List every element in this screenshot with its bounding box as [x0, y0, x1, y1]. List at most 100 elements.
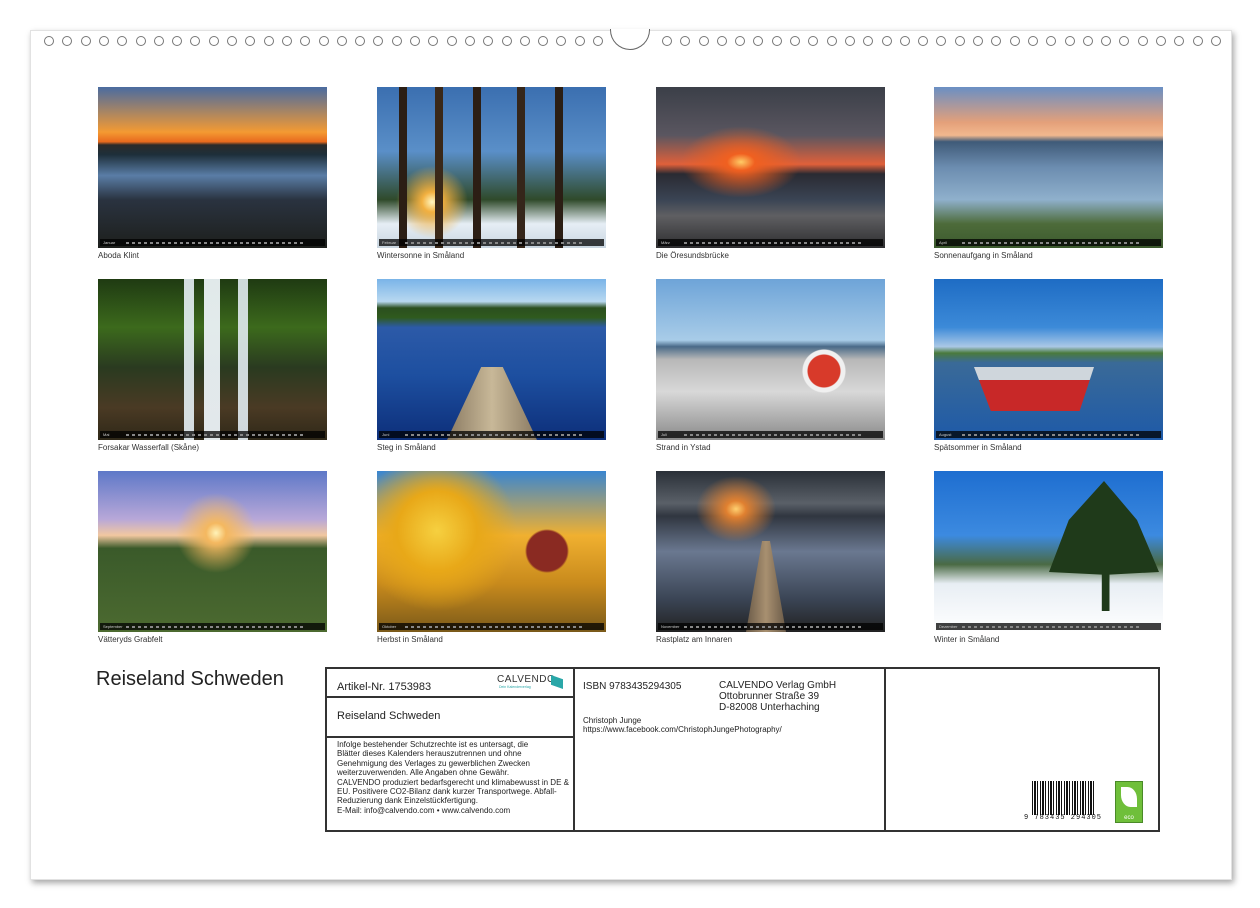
day-tick — [1136, 625, 1139, 628]
day-tick — [567, 241, 570, 244]
day-tick — [156, 625, 159, 628]
day-tick — [696, 433, 699, 436]
day-tick — [513, 625, 516, 628]
day-tick — [968, 625, 971, 628]
day-tick — [264, 241, 267, 244]
photo-caption: Vätteryds Grabfelt — [98, 635, 163, 644]
day-tick — [720, 241, 723, 244]
day-tick — [495, 625, 498, 628]
day-tick — [834, 241, 837, 244]
day-tick — [986, 625, 989, 628]
binding-ring — [62, 36, 72, 46]
day-tick — [1070, 433, 1073, 436]
binding-ring — [373, 36, 383, 46]
month-label: August — [939, 432, 952, 437]
day-tick — [174, 433, 177, 436]
day-tick — [246, 241, 249, 244]
day-tick — [986, 241, 989, 244]
isbn: ISBN 9783435294305 — [583, 681, 682, 692]
binding-ring — [955, 36, 965, 46]
boat-shape — [974, 367, 1094, 411]
day-tick — [240, 241, 243, 244]
day-tick — [471, 241, 474, 244]
calendar-strip: August — [936, 431, 1161, 438]
day-tick — [531, 625, 534, 628]
author-url[interactable]: https://www.facebook.com/ChristophJungeP… — [583, 725, 782, 734]
day-tick — [1094, 625, 1097, 628]
day-tick — [980, 241, 983, 244]
day-tick — [507, 625, 510, 628]
day-tick — [501, 241, 504, 244]
day-tick — [258, 241, 261, 244]
binding-ring — [245, 36, 255, 46]
calvendo-logo[interactable]: CALVENDO Dein Kalenderverlag — [497, 674, 563, 692]
day-tick — [162, 625, 165, 628]
photo-september: September — [98, 471, 327, 632]
day-tick — [429, 241, 432, 244]
legal-line: CALVENDO produziert bedarfsgerecht und k… — [337, 777, 569, 787]
photo-caption: Herbst in Småland — [377, 635, 443, 644]
legal-line: E-Mail: info@calvendo.com • www.calvendo… — [337, 805, 511, 815]
binding-ring — [918, 36, 928, 46]
day-tick — [300, 433, 303, 436]
day-tick — [276, 625, 279, 628]
day-tick — [180, 433, 183, 436]
binding-ring — [44, 36, 54, 46]
day-tick — [828, 625, 831, 628]
month-label: Juni — [382, 432, 390, 437]
day-tick — [1022, 241, 1025, 244]
publisher-line: Ottobrunner Straße 39 — [719, 691, 820, 702]
day-tick — [270, 433, 273, 436]
day-tick — [495, 433, 498, 436]
calendar-strip: Februar — [379, 239, 604, 246]
photo-caption: Aboda Klint — [98, 251, 139, 260]
day-tick — [762, 241, 765, 244]
day-tick — [780, 625, 783, 628]
day-tick — [513, 433, 516, 436]
day-tick — [549, 625, 552, 628]
day-tick — [696, 625, 699, 628]
day-tick — [1046, 241, 1049, 244]
day-tick — [156, 433, 159, 436]
day-tick — [1082, 433, 1085, 436]
day-tick — [186, 433, 189, 436]
binding-ring — [483, 36, 493, 46]
binding-ring — [827, 36, 837, 46]
day-tick — [810, 241, 813, 244]
day-tick — [300, 241, 303, 244]
day-tick — [150, 433, 153, 436]
day-tick — [1088, 433, 1091, 436]
day-tick — [477, 241, 480, 244]
day-tick — [228, 241, 231, 244]
publisher-line: D-82008 Unterhaching — [719, 702, 820, 713]
day-tick — [204, 625, 207, 628]
day-tick — [126, 625, 129, 628]
day-tick — [276, 433, 279, 436]
day-tick — [1016, 433, 1019, 436]
day-tick — [732, 241, 735, 244]
photo-july: Juli — [656, 279, 885, 440]
imprint-left-column: Artikel-Nr. 1753983 CALVENDO Dein Kalend… — [327, 669, 575, 830]
day-tick — [1082, 241, 1085, 244]
day-tick — [417, 241, 420, 244]
day-tick — [708, 433, 711, 436]
day-tick — [477, 625, 480, 628]
day-tick — [816, 241, 819, 244]
day-tick — [1052, 241, 1055, 244]
day-tick — [816, 625, 819, 628]
day-tick — [144, 433, 147, 436]
day-tick — [1106, 241, 1109, 244]
day-tick — [186, 241, 189, 244]
day-tick — [423, 241, 426, 244]
day-tick — [252, 625, 255, 628]
binding-ring — [209, 36, 219, 46]
photo-caption: Strand in Ystad — [656, 443, 711, 452]
day-tick — [804, 241, 807, 244]
binding-ring — [1211, 36, 1221, 46]
day-tick — [132, 625, 135, 628]
day-tick — [762, 433, 765, 436]
day-tick — [780, 433, 783, 436]
calendar-strip: November — [658, 623, 883, 630]
photo-caption: Spätsommer in Småland — [934, 443, 1022, 452]
day-tick — [180, 241, 183, 244]
